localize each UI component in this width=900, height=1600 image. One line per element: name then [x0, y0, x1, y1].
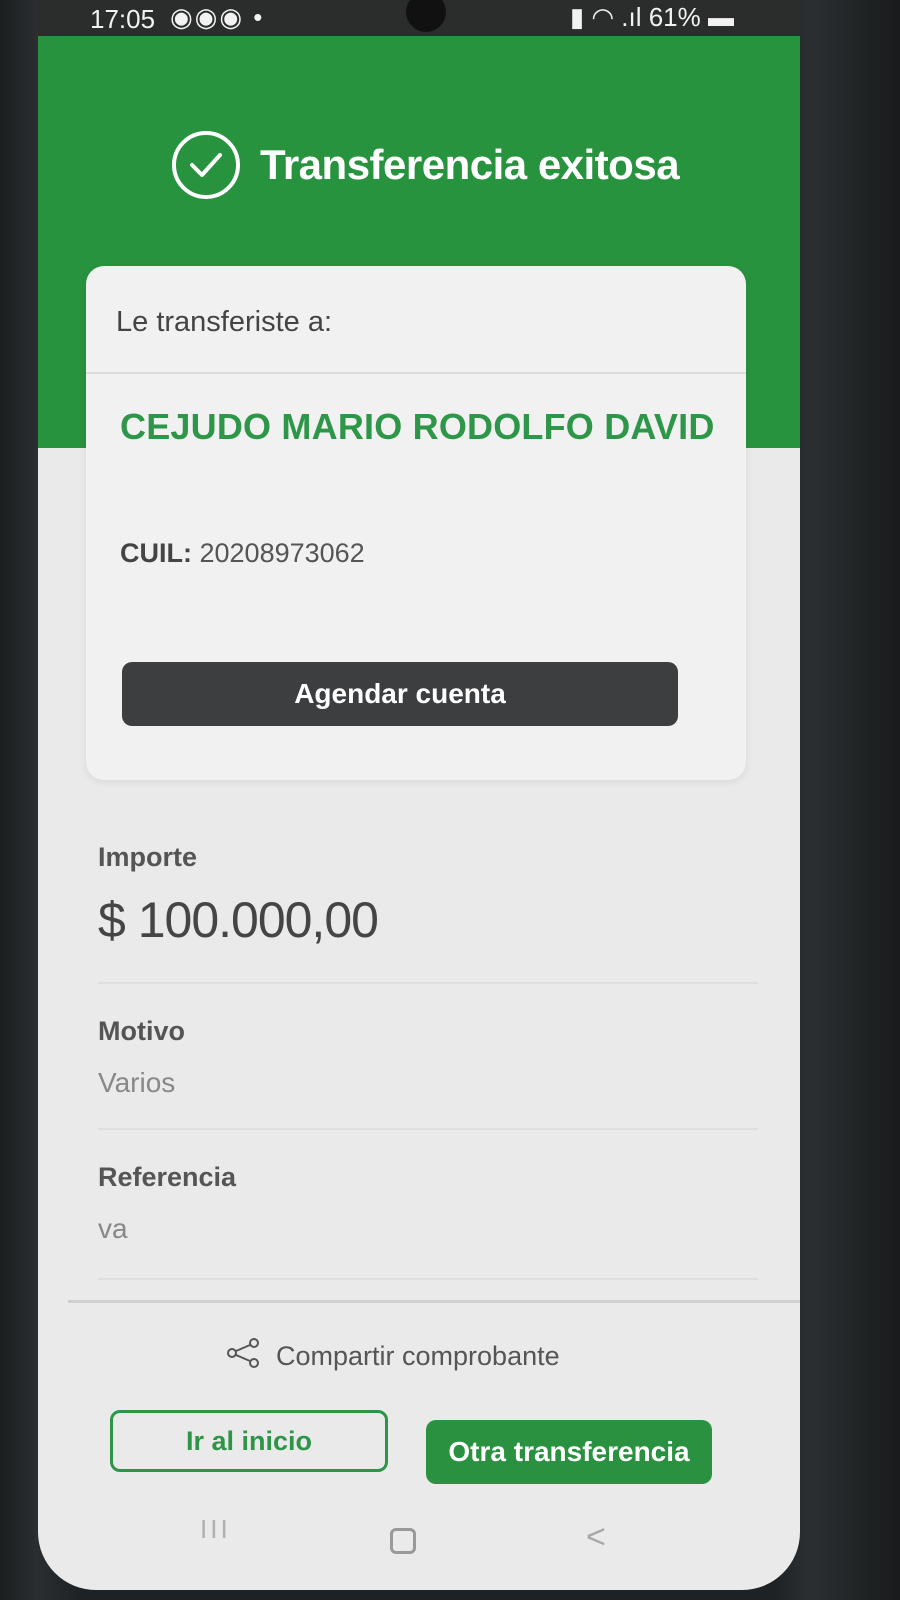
signal-icon: ▮ ◠ .ıl — [569, 2, 649, 32]
battery-icon: ▬ — [700, 2, 734, 32]
app-screen: 17:05 ◉◉◉ • ▮ ◠ .ıl 61% ▬ Transferencia … — [38, 0, 800, 1590]
status-time: 17:05 — [90, 4, 156, 34]
share-icon — [226, 1338, 260, 1375]
battery-level: ▮ ◠ .ıl 61% ▬ — [569, 2, 734, 32]
share-receipt-button[interactable]: Compartir comprobante — [226, 1338, 560, 1375]
back-icon[interactable]: < — [586, 1518, 606, 1557]
recipient-name: CEJUDO MARIO RODOLFO DAVID — [120, 406, 715, 447]
importe-label: Importe — [98, 842, 198, 872]
home-icon[interactable] — [390, 1528, 416, 1554]
agendar-cuenta-button[interactable]: Agendar cuenta — [122, 662, 678, 726]
referencia-section: Referencia va — [98, 1162, 738, 1245]
cuil-label: CUIL: — [120, 538, 192, 568]
motivo-section: Motivo Varios — [98, 1016, 738, 1099]
system-nav-bar: III < — [38, 1500, 800, 1580]
recipient-label: Le transferiste a: — [116, 306, 332, 338]
divider — [98, 1128, 758, 1130]
referencia-value: va — [98, 1213, 128, 1244]
go-home-button[interactable]: Ir al inicio — [110, 1410, 388, 1472]
recipient-card: Le transferiste a: CEJUDO MARIO RODOLFO … — [86, 266, 746, 780]
divider — [98, 982, 758, 984]
referencia-label: Referencia — [98, 1162, 237, 1192]
motivo-value: Varios — [98, 1067, 176, 1098]
divider — [98, 1278, 758, 1280]
recipient-cuil: CUIL: 20208973062 — [120, 538, 365, 569]
notification-icons: ◉◉◉ • — [170, 2, 265, 32]
importe-value: $ 100.000,00 — [98, 892, 379, 948]
share-label: Compartir comprobante — [276, 1341, 560, 1371]
check-circle-icon — [172, 131, 240, 199]
cuil-value: 20208973062 — [199, 538, 365, 568]
card-divider — [86, 372, 746, 374]
motivo-label: Motivo — [98, 1016, 185, 1046]
page-title: Transferencia exitosa — [260, 141, 680, 188]
recent-apps-icon[interactable]: III — [200, 1514, 231, 1545]
importe-section: Importe $ 100.000,00 — [98, 842, 738, 949]
header-title-row: Transferencia exitosa — [172, 130, 680, 200]
another-transfer-button[interactable]: Otra transferencia — [426, 1420, 712, 1484]
bottom-bar-divider — [68, 1300, 800, 1303]
